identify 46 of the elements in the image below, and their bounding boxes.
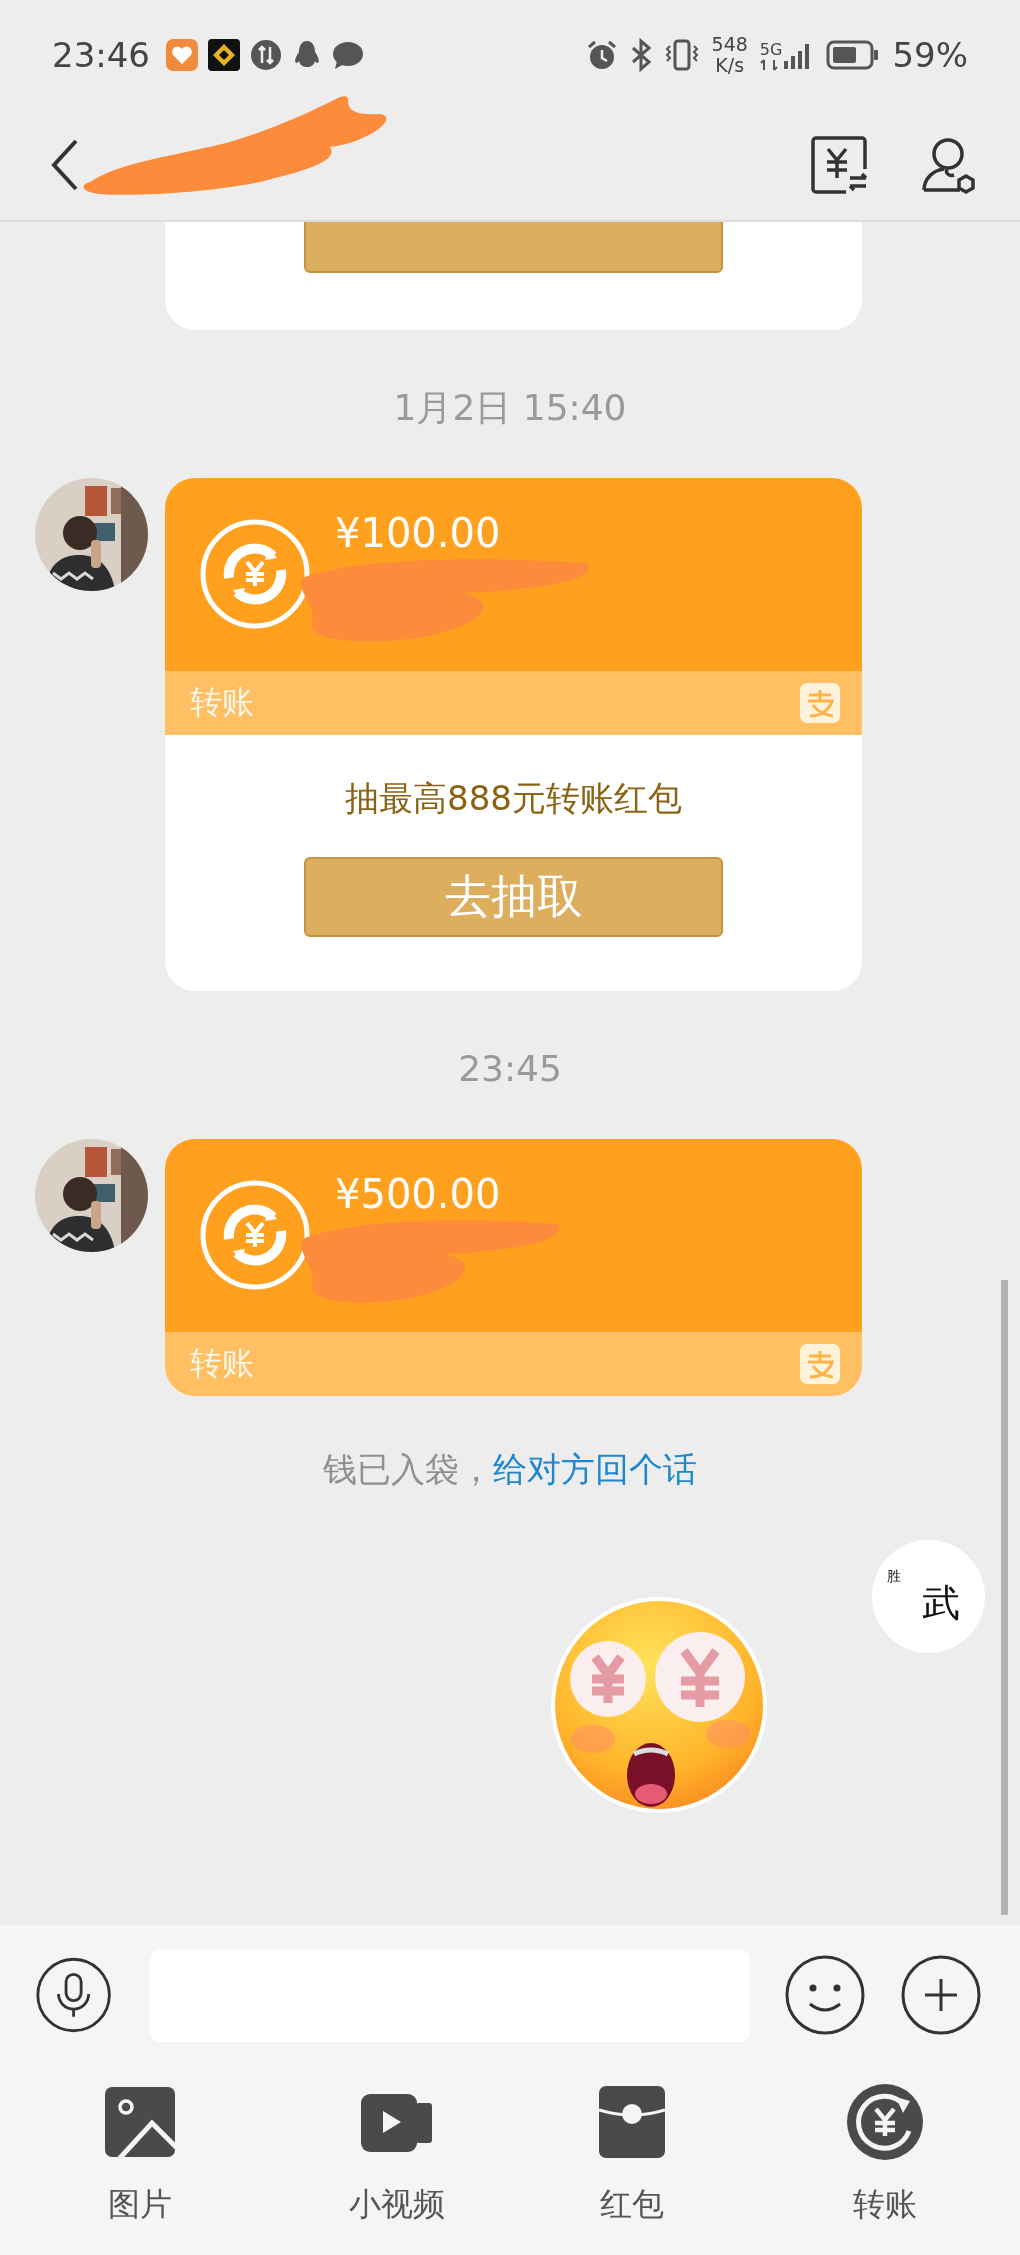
timestamp: 1月2日 15:40: [392, 386, 628, 430]
envelope-icon[interactable]: [599, 2086, 665, 2158]
badge-large-text: 武: [922, 1580, 960, 1627]
video-camera-icon[interactable]: [361, 2091, 433, 2153]
transfer-card[interactable]: ¥100.00 转账 抽最高888元转账红包 去抽取: [165, 478, 862, 991]
scrollbar[interactable]: [1001, 1280, 1008, 1915]
chat-bubble-icon: [332, 40, 364, 70]
tool-label: 小视频: [349, 2184, 445, 2225]
transfer-label: 转账: [190, 682, 254, 723]
arrows-circle-icon: [250, 39, 282, 71]
speed-unit: K/s: [715, 55, 745, 76]
transfer-card[interactable]: ¥500.00 转账: [165, 1139, 862, 1396]
image-icon[interactable]: [105, 2087, 175, 2157]
floating-badge[interactable]: 胜 武: [872, 1540, 985, 1653]
network-type: 5G: [759, 39, 783, 59]
draw-button[interactable]: 去抽取: [304, 857, 723, 937]
transfer-amount: ¥500.00: [335, 1171, 501, 1217]
transfer-label: 转账: [190, 1343, 254, 1384]
tool-label: 红包: [600, 2184, 664, 2225]
reply-link[interactable]: 给对方回个话: [493, 1449, 697, 1489]
timestamp: 23:45: [457, 1047, 563, 1091]
received-notice: 钱已入袋，给对方回个话: [322, 1448, 698, 1491]
transfer-amount: ¥100.00: [335, 510, 501, 556]
data-arrows-icon: [759, 58, 778, 71]
alarm-icon: [585, 39, 618, 71]
promo-text: 抽最高888元转账红包: [345, 777, 682, 820]
yen-exchange-icon[interactable]: [846, 2083, 924, 2161]
back-icon[interactable]: [50, 138, 80, 192]
bluetooth-icon: [629, 38, 652, 72]
pay-logo-icon: [800, 683, 840, 723]
emoji-icon[interactable]: [784, 1954, 866, 2036]
vibrate-icon: [663, 38, 700, 72]
tool-label: 图片: [108, 2184, 172, 2225]
yen-exchange-icon: [199, 1179, 311, 1291]
pay-logo-icon: [800, 1344, 840, 1384]
battery-icon: [826, 40, 881, 70]
heart-app-icon: [166, 39, 198, 71]
yen-receipt-icon[interactable]: [810, 134, 870, 196]
status-time: 23:46: [52, 35, 150, 75]
battery-level: 59%: [892, 35, 968, 75]
tool-label: 转账: [853, 2184, 917, 2225]
yen-exchange-icon: [199, 518, 311, 630]
badge-small-text: 胜: [887, 1568, 901, 1586]
diamond-app-icon: [208, 39, 240, 71]
plus-icon[interactable]: [900, 1954, 982, 2036]
network-speed: 548: [711, 34, 748, 55]
